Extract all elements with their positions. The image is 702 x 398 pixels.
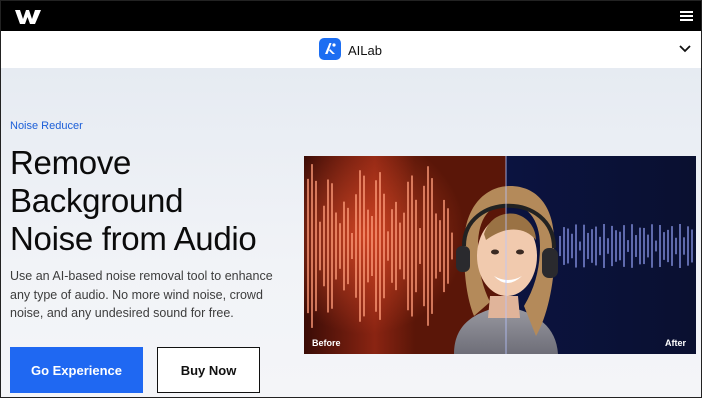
chevron-down-icon[interactable] (679, 45, 691, 53)
ai-lab-label[interactable]: AILab (348, 43, 382, 58)
hero-title-line: Remove (10, 144, 132, 181)
top-navigation-bar (1, 1, 701, 31)
noise-comparison-illustration (304, 156, 696, 354)
page-frame: AILab Noise Reducer Remove Background No… (0, 0, 702, 398)
product-subnav: AILab (1, 31, 701, 69)
before-after-image: Before After (304, 156, 696, 354)
wondershare-logo-icon[interactable] (15, 10, 41, 24)
hamburger-menu-icon[interactable] (680, 11, 693, 21)
before-label: Before (312, 338, 341, 348)
hero-section: Noise Reducer Remove Background Noise fr… (1, 68, 701, 397)
after-label: After (664, 338, 686, 348)
ai-lab-icon[interactable] (319, 38, 341, 60)
hero-title-line: Background (10, 182, 184, 219)
go-experience-button[interactable]: Go Experience (10, 347, 143, 393)
product-eyebrow[interactable]: Noise Reducer (10, 120, 83, 132)
hero-title-line: Noise from Audio (10, 220, 257, 257)
hero-title: Remove Background Noise from Audio (10, 144, 300, 258)
buy-now-button[interactable]: Buy Now (157, 347, 260, 393)
hero-description: Use an AI-based noise removal tool to en… (10, 269, 273, 320)
